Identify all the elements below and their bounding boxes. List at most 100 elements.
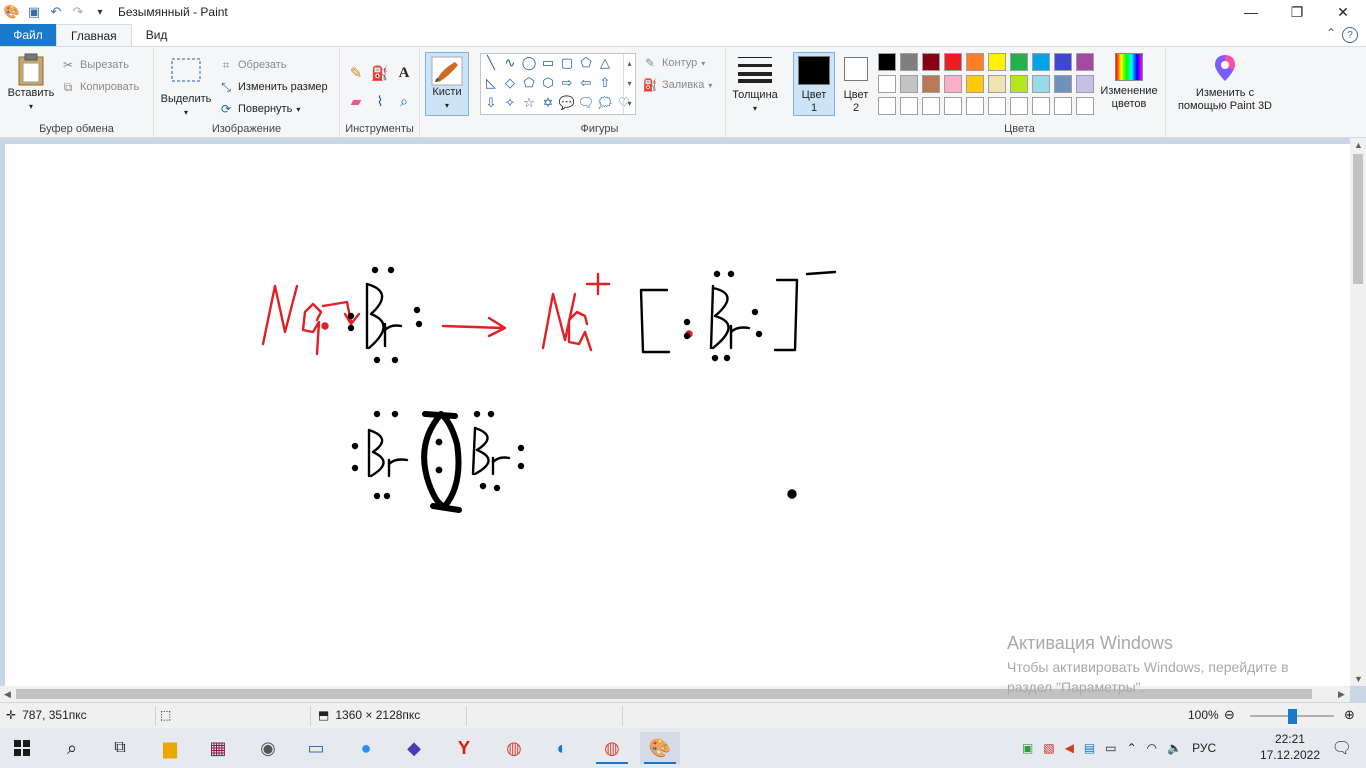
volume-icon[interactable]: 🔈 (1167, 741, 1182, 755)
zoom-icon[interactable]: ● (346, 732, 386, 764)
color-swatch[interactable] (878, 75, 896, 93)
undo-icon[interactable]: ↶ (48, 4, 64, 20)
redo-icon[interactable]: ↷ (70, 4, 86, 20)
chrome-profile-icon[interactable]: ◍ (592, 732, 632, 764)
color-swatch[interactable] (988, 53, 1006, 71)
shapes-scroll[interactable]: ▴ ▾ ▾ (623, 54, 635, 114)
shape-hexagon[interactable]: ⬡ (539, 74, 557, 92)
color-swatch[interactable] (944, 75, 962, 93)
tab-home[interactable]: Главная (56, 24, 132, 46)
maximize-button[interactable]: ❐ (1274, 0, 1320, 24)
color-swatch[interactable] (1010, 53, 1028, 71)
magnifier-icon[interactable]: ⌕ (396, 93, 412, 109)
shape-line[interactable]: ╲ (482, 54, 500, 72)
copy-button[interactable]: ⧉ Копировать (60, 79, 140, 95)
color-swatch[interactable] (1054, 53, 1072, 71)
shape-diamond[interactable]: ◇ (501, 74, 519, 92)
shape-four-point-star[interactable]: ✧ (501, 94, 519, 112)
select-button[interactable]: Выделить ▾ (158, 57, 214, 119)
windows-start-icon[interactable] (2, 732, 42, 764)
color-swatch[interactable] (988, 97, 1006, 115)
shape-callout-oval[interactable]: 🗨 (577, 94, 595, 112)
color-swatch[interactable] (1010, 75, 1028, 93)
edit-colors-button[interactable]: Изменение цветов (1098, 53, 1160, 111)
color-swatch[interactable] (878, 97, 896, 115)
cut-button[interactable]: ✂ Вырезать (60, 57, 129, 73)
tray-network-app-icon[interactable]: ▤ (1084, 741, 1095, 755)
tray-app-icon-2[interactable]: ▧ (1043, 741, 1054, 755)
scroll-left-icon[interactable]: ◀ (4, 689, 11, 700)
color-swatch[interactable] (922, 97, 940, 115)
rotate-button[interactable]: ⟳ Повернуть ▾ (218, 101, 300, 117)
color-swatch[interactable] (1010, 97, 1028, 115)
text-icon[interactable]: A (396, 65, 412, 81)
shape-left-arrow[interactable]: ⇦ (577, 74, 595, 92)
help-icon[interactable]: ? (1342, 27, 1358, 43)
zoom-slider-thumb[interactable] (1288, 709, 1297, 724)
zoom-in-icon[interactable]: ⊕ (1344, 707, 1355, 723)
shape-triangle[interactable]: △ (596, 54, 614, 72)
customize-icon[interactable]: ▾ (92, 4, 108, 20)
color-swatch[interactable] (966, 97, 984, 115)
minimize-button[interactable]: — (1228, 0, 1274, 24)
yandex-icon[interactable]: Y (444, 732, 484, 764)
paint-app-icon[interactable]: 🎨 (4, 4, 20, 20)
notifications-icon[interactable]: 🗨 (1332, 738, 1352, 758)
color-picker-icon[interactable]: ⌇ (372, 93, 388, 109)
task-view-icon[interactable]: ⧉ (100, 732, 140, 764)
fill-button[interactable]: ⛽ Заливка ▾ (642, 77, 713, 93)
color-swatch[interactable] (944, 53, 962, 71)
close-button[interactable]: ✕ (1320, 0, 1366, 24)
shape-down-arrow[interactable]: ⇩ (482, 94, 500, 112)
color-swatch[interactable] (1076, 53, 1094, 71)
tray-app-icon[interactable]: ▣ (1022, 741, 1033, 755)
color-swatch[interactable] (1054, 75, 1072, 93)
thickness-button[interactable]: Толщина ▾ (728, 55, 782, 115)
shape-rounded-rectangle[interactable]: ▢ (558, 54, 576, 72)
color-swatch[interactable] (1032, 97, 1050, 115)
scroll-up-icon[interactable]: ▲ (1354, 140, 1363, 150)
vertical-scroll-thumb[interactable] (1353, 154, 1363, 284)
color-swatch[interactable] (966, 53, 984, 71)
hidden-icons-icon[interactable]: ⌃ (1127, 741, 1137, 755)
shape-callout-rect[interactable]: 💬 (558, 94, 576, 112)
pencil-icon[interactable]: ✎ (348, 65, 364, 82)
color-swatch[interactable] (988, 75, 1006, 93)
outline-button[interactable]: ✎ Контур ▾ (642, 55, 705, 71)
tab-file[interactable]: Файл (0, 24, 56, 46)
zoom-out-icon[interactable]: ⊖ (1224, 707, 1235, 723)
scroll-right-icon[interactable]: ▶ (1338, 689, 1345, 700)
color-swatch[interactable] (1076, 97, 1094, 115)
scroll-down-icon[interactable]: ▼ (1354, 674, 1363, 684)
shapes-gallery[interactable]: ╲ ∿ ◯ ▭ ▢ ⬠ △ ◺ ◇ ⬠ ⬡ ⇨ ⇦ ⇧ ⇩ ✧ ☆ ✡ 💬 🗨 … (480, 53, 636, 115)
drawing-canvas[interactable] (5, 144, 1350, 686)
edge-icon[interactable]: ◐ (542, 732, 582, 764)
shape-rectangle[interactable]: ▭ (539, 54, 557, 72)
clock[interactable]: 22:21 17.12.2022 (1260, 731, 1320, 763)
color-swatch[interactable] (966, 75, 984, 93)
resize-button[interactable]: ⤡ Изменить размер (218, 79, 327, 95)
vertical-scrollbar[interactable]: ▲ ▼ (1350, 138, 1366, 686)
wifi-icon[interactable]: ◠ (1147, 741, 1157, 755)
shape-callout-cloud[interactable]: 🗯 (596, 94, 614, 112)
color-swatch[interactable] (1054, 97, 1072, 115)
shape-curve[interactable]: ∿ (501, 54, 519, 72)
shape-polygon[interactable]: ⬠ (577, 54, 595, 72)
tab-view[interactable]: Вид (132, 24, 182, 46)
save-icon[interactable]: ▣ (26, 4, 42, 20)
camera-icon[interactable]: ◉ (248, 732, 288, 764)
shape-pentagon[interactable]: ⬠ (520, 74, 538, 92)
paste-button[interactable]: Вставить ▾ (6, 53, 56, 113)
color-swatch[interactable] (1076, 75, 1094, 93)
color-swatch[interactable] (922, 75, 940, 93)
app-icon[interactable]: ◆ (394, 732, 434, 764)
shape-right-triangle[interactable]: ◺ (482, 74, 500, 92)
remote-desktop-icon[interactable]: ▭ (296, 732, 336, 764)
file-explorer-icon[interactable]: ▆ (150, 732, 190, 764)
shape-oval[interactable]: ◯ (520, 54, 538, 72)
color1-button[interactable]: Цвет 1 (793, 52, 835, 116)
shape-six-point-star[interactable]: ✡ (539, 94, 557, 112)
battery-icon[interactable]: ▭ (1105, 741, 1116, 755)
winrar-icon[interactable]: ▦ (198, 732, 238, 764)
search-icon[interactable]: ⌕ (52, 732, 92, 764)
